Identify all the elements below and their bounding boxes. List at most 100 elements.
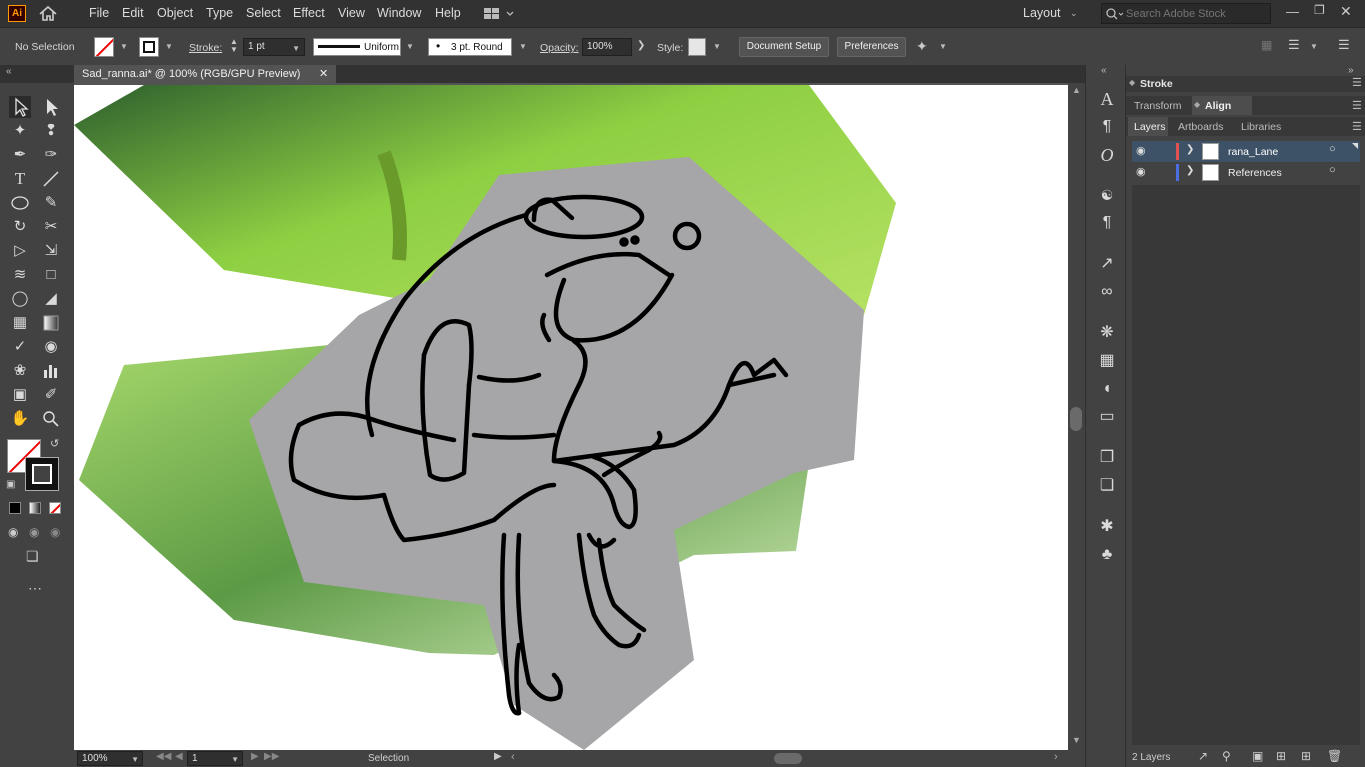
new-layer-icon[interactable]: ⊞ xyxy=(1301,749,1311,763)
minimize-icon[interactable]: — xyxy=(1286,4,1299,19)
preferences-button[interactable]: Preferences xyxy=(837,37,906,57)
panel-menu-icon[interactable]: ☰ xyxy=(1352,120,1362,133)
menu-select[interactable]: Select xyxy=(246,6,281,20)
line-tool-icon[interactable] xyxy=(40,168,62,190)
chevron-down-icon[interactable]: ⌄ xyxy=(1070,8,1078,19)
graphic-style-swatch[interactable] xyxy=(688,38,706,56)
layer-name[interactable]: rana_Lane xyxy=(1228,146,1278,158)
pen-tool-icon[interactable]: ✒ xyxy=(9,144,31,166)
panel-menu-icon[interactable]: ☰ xyxy=(1352,99,1362,112)
horizontal-scroll-thumb[interactable] xyxy=(774,753,802,764)
type-tool-icon[interactable]: T xyxy=(9,168,31,190)
shape-builder-icon[interactable]: ◯ xyxy=(9,288,31,310)
blend-tool-icon[interactable]: ◉ xyxy=(40,336,62,358)
first-artboard-icon[interactable]: ◀◀ xyxy=(156,751,171,762)
chevron-down-icon[interactable]: ▼ xyxy=(939,42,947,51)
free-transform-icon[interactable]: □ xyxy=(40,264,62,286)
opacity-label[interactable]: Opacity: xyxy=(540,42,579,54)
zoom-field[interactable]: 100% ▼ xyxy=(77,751,143,766)
chevron-down-icon[interactable]: ▼ xyxy=(406,42,414,51)
draw-behind-icon[interactable]: ◉ xyxy=(29,525,39,539)
chevron-down-icon[interactable]: ▼ xyxy=(1310,42,1318,51)
default-colors-icon[interactable]: ▣ xyxy=(6,479,15,490)
previous-artboard-icon[interactable]: ◀ xyxy=(175,751,183,762)
export-icon[interactable]: ↗ xyxy=(1096,253,1118,275)
brushes-icon[interactable]: ✱ xyxy=(1096,516,1118,538)
layer-name[interactable]: References xyxy=(1228,167,1282,179)
more-tools-icon[interactable]: ⋯ xyxy=(28,580,42,597)
symbols-icon[interactable]: ♣ xyxy=(1096,544,1118,566)
width-tool-icon[interactable]: ≋ xyxy=(9,264,31,286)
panel-menu-icon[interactable]: ☰ xyxy=(1352,76,1362,89)
layer-row[interactable]: ◉ ❯ References ○ xyxy=(1132,162,1360,183)
stock-search[interactable] xyxy=(1101,3,1271,24)
artboard-number-field[interactable]: 1 ▼ xyxy=(187,751,243,766)
eye-icon[interactable]: ◉ xyxy=(1136,165,1146,178)
menu-file[interactable]: File xyxy=(89,6,109,20)
mesh-tool-icon[interactable]: ▦ xyxy=(9,312,31,334)
tab-libraries[interactable]: Libraries xyxy=(1241,121,1281,133)
delete-layer-icon[interactable]: 🗑 xyxy=(1327,749,1342,763)
direct-selection-tool-icon[interactable] xyxy=(40,96,62,118)
column-graph-icon[interactable] xyxy=(40,360,62,382)
scroll-left-icon[interactable]: ‹ xyxy=(511,751,515,763)
chevron-down-icon[interactable]: ▼ xyxy=(165,42,173,51)
chevron-down-icon[interactable]: ▼ xyxy=(519,42,527,51)
home-icon[interactable] xyxy=(38,5,58,22)
eye-icon[interactable]: ◉ xyxy=(1136,144,1146,157)
draw-normal-icon[interactable]: ◉ xyxy=(8,525,18,539)
menu-help[interactable]: Help xyxy=(435,6,461,20)
brush-definition[interactable]: • 3 pt. Round xyxy=(428,38,512,56)
reflect-tool-icon[interactable]: ▷ xyxy=(9,240,31,262)
new-sublayer-icon[interactable]: ⊞ xyxy=(1276,749,1286,763)
tab-artboards[interactable]: Artboards xyxy=(1178,121,1224,133)
menu-object[interactable]: Object xyxy=(157,6,193,20)
zoom-tool-icon[interactable] xyxy=(40,408,62,430)
menu-effect[interactable]: Effect xyxy=(293,6,325,20)
search-input[interactable] xyxy=(1126,6,1266,21)
magic-wand-icon[interactable]: ✦ xyxy=(9,120,31,142)
vertical-scrollbar[interactable]: ▲ ▼ xyxy=(1068,83,1085,750)
ellipse-tool-icon[interactable] xyxy=(9,192,31,214)
symbol-sprayer-icon[interactable]: ❀ xyxy=(9,360,31,382)
gradient-panel-icon[interactable]: ▭ xyxy=(1096,406,1118,428)
color-guide-icon[interactable]: ❋ xyxy=(1096,322,1118,344)
eyedropper-icon[interactable]: ✓ xyxy=(9,336,31,358)
document-tab[interactable]: Sad_ranna.ai* @ 100% (RGB/GPU Preview) ✕ xyxy=(74,65,336,83)
draw-inside-icon[interactable]: ◉ xyxy=(50,525,60,539)
layer-row[interactable]: ◉ ❯ rana_Lane ○ xyxy=(1132,141,1360,162)
scissors-icon[interactable]: ✂ xyxy=(40,216,62,238)
close-icon[interactable]: ✕ xyxy=(1340,3,1352,20)
chevron-down-icon[interactable]: ▼ xyxy=(713,42,721,51)
collapse-panels-icon[interactable]: » xyxy=(1348,65,1354,76)
last-artboard-icon[interactable]: ▶▶ xyxy=(264,751,279,762)
menu-window[interactable]: Window xyxy=(377,6,421,20)
clipping-mask-icon[interactable]: ▣ xyxy=(1252,749,1263,763)
tab-layers[interactable]: Layers xyxy=(1128,117,1168,136)
close-tab-icon[interactable]: ✕ xyxy=(319,67,328,80)
swatches-icon[interactable]: ▦ xyxy=(1096,350,1118,372)
character-panel-icon[interactable]: A xyxy=(1096,88,1118,110)
stroke-panel-header[interactable]: ◆ Stroke ☰ xyxy=(1126,76,1365,92)
menu-edit[interactable]: Edit xyxy=(122,6,144,20)
expand-icon[interactable]: ❯ xyxy=(1186,165,1194,176)
target-icon[interactable]: ○ xyxy=(1329,143,1336,155)
perspective-grid-icon[interactable]: ◢ xyxy=(40,288,62,310)
paragraph-panel-icon[interactable]: ¶ xyxy=(1096,116,1118,138)
stepper-icon[interactable]: ▲ ▼ xyxy=(230,38,238,54)
artboards-panel-icon[interactable]: ❏ xyxy=(1096,475,1118,497)
pathfinder-icon[interactable]: ❐ xyxy=(1096,447,1118,469)
links-icon[interactable]: ∞ xyxy=(1096,281,1118,303)
collapse-dock-icon[interactable]: « xyxy=(1101,65,1107,76)
target-icon[interactable]: ○ xyxy=(1329,164,1336,176)
document-setup-button[interactable]: Document Setup xyxy=(739,37,829,57)
rotate-tool-icon[interactable]: ↻ xyxy=(9,216,31,238)
tab-transform[interactable]: Transform xyxy=(1134,100,1181,112)
scale-tool-icon[interactable]: ⇲ xyxy=(40,240,62,262)
opentype-panel-icon[interactable]: O xyxy=(1096,144,1118,166)
screen-mode-icon[interactable]: ❏ xyxy=(26,548,39,565)
restore-icon[interactable]: ❐ xyxy=(1314,3,1325,17)
swap-colors-icon[interactable]: ↺ xyxy=(50,437,59,450)
scroll-up-icon[interactable]: ▲ xyxy=(1072,85,1081,95)
lasso-icon[interactable]: ❢ xyxy=(40,120,62,142)
